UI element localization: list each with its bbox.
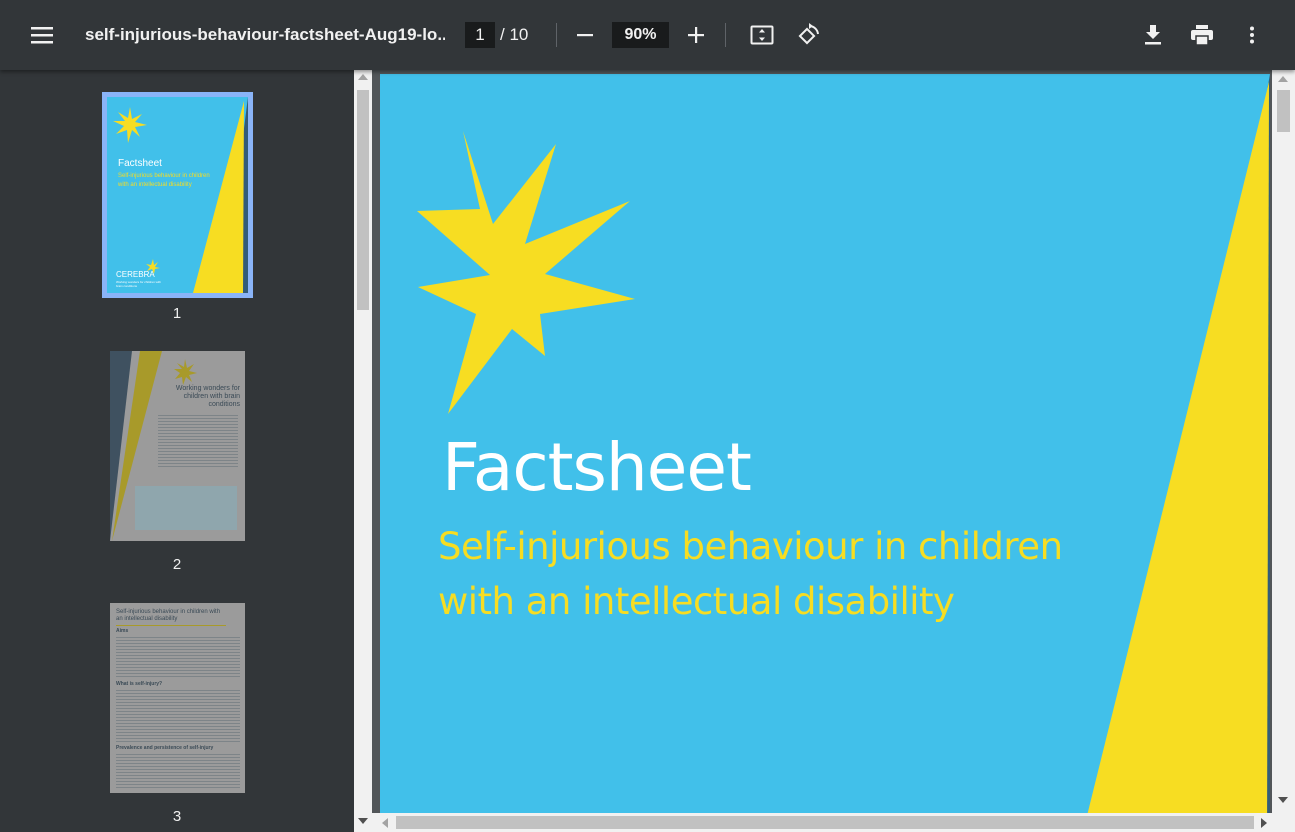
thumbnail-1-brand: CEREBRA (116, 270, 155, 279)
subtitle-line-1: Self-injurious behaviour in children (438, 525, 1063, 568)
thumbnail-page-2[interactable]: Working wonders for children with brain … (110, 351, 245, 541)
page-subtitle: Self-injurious behaviour in children wit… (438, 519, 1063, 629)
zoom-out-button[interactable] (570, 22, 600, 48)
thumbnail-1-heading: Factsheet (118, 158, 162, 169)
thumbnail-3-number: 3 (172, 808, 182, 825)
thumbnail-2-body-text (158, 413, 238, 468)
document-title: self-injurious-behaviour-factsheet-Aug19… (85, 25, 445, 44)
toolbar-divider (556, 23, 557, 47)
yellow-diagonal-band (1082, 82, 1269, 832)
scroll-up-arrow-icon[interactable] (1278, 76, 1288, 82)
rotate-button[interactable] (792, 20, 824, 50)
thumbnail-3-section-aims: Aims (116, 628, 129, 634)
zoom-in-icon (688, 27, 704, 43)
thumbnail-1-number: 1 (172, 305, 182, 322)
thumbnail-1-graphic (113, 97, 248, 293)
scroll-down-arrow-icon[interactable] (358, 818, 368, 824)
thumbnail-1-subtitle-line2: with an intellectual disability (118, 182, 192, 188)
viewer-left-scrollbar[interactable] (354, 70, 372, 832)
thumbnail-1-subtitle-line1: Self-injurious behaviour in children (118, 173, 210, 179)
thumbnail-page-1[interactable]: Factsheet Self-injurious behaviour in ch… (107, 97, 248, 293)
thumbnail-1-tagline: Working wonders for children with brain … (116, 280, 161, 288)
print-icon (1191, 25, 1213, 45)
page-heading: Factsheet (442, 429, 752, 506)
fit-page-button[interactable] (746, 20, 778, 50)
scroll-up-arrow-icon[interactable] (358, 74, 368, 80)
menu-icon (31, 27, 53, 44)
scroll-left-arrow-icon[interactable] (382, 818, 388, 828)
download-icon (1145, 25, 1161, 45)
thumbnail-3-heading: Self-injurious behaviour in children wit… (116, 609, 221, 622)
thumbnail-3-body-text (116, 752, 240, 790)
thumbnail-2-heading: Working wonders for children with brain … (175, 385, 240, 408)
thumbnail-3-section-self-injury: What is self-injury? (116, 681, 163, 687)
print-button[interactable] (1187, 20, 1217, 50)
thumbnail-2-number: 2 (172, 556, 182, 573)
page-total: / 10 (500, 25, 529, 44)
viewer-horizontal-scrollbar[interactable] (372, 813, 1295, 832)
pdf-page-1: Factsheet Self-injurious behaviour in ch… (380, 74, 1270, 832)
more-vert-icon (1250, 26, 1254, 44)
viewer-right-scrollbar[interactable] (1272, 70, 1295, 815)
scroll-down-arrow-icon[interactable] (1278, 797, 1288, 803)
toolbar-divider (725, 23, 726, 47)
scrollbar-thumb[interactable] (396, 816, 1254, 829)
zoom-out-icon (577, 34, 593, 37)
zoom-in-button[interactable] (681, 22, 711, 48)
thumbnail-page-3[interactable]: Self-injurious behaviour in children wit… (110, 603, 245, 793)
download-button[interactable] (1138, 20, 1168, 50)
scroll-right-arrow-icon[interactable] (1261, 818, 1267, 828)
thumbnail-sidebar: Factsheet Self-injurious behaviour in ch… (0, 70, 354, 832)
pdf-toolbar: self-injurious-behaviour-factsheet-Aug19… (0, 0, 1295, 70)
thumbnail-3-section-prevalence: Prevalence and persistence of self-injur… (116, 745, 214, 751)
thumbnail-1-subtitle: Self-injurious behaviour in children with… (118, 172, 210, 190)
scrollbar-thumb[interactable] (1277, 90, 1290, 132)
star-logo-icon (417, 131, 635, 414)
thumbnail-3-body-text (116, 688, 240, 743)
menu-button[interactable] (22, 17, 62, 53)
thumbnail-3-body-text (116, 635, 240, 679)
scrollbar-thumb[interactable] (357, 90, 369, 310)
fit-page-icon (750, 25, 774, 45)
more-actions-button[interactable] (1240, 20, 1264, 50)
rotate-icon (798, 23, 819, 45)
subtitle-line-2: with an intellectual disability (438, 580, 955, 623)
pdf-viewer: Factsheet Self-injurious behaviour in ch… (372, 70, 1272, 832)
zoom-input[interactable]: 90% (612, 22, 669, 48)
page-number-input[interactable]: 1 (465, 22, 495, 48)
thumbnail-3-rule (116, 625, 226, 626)
